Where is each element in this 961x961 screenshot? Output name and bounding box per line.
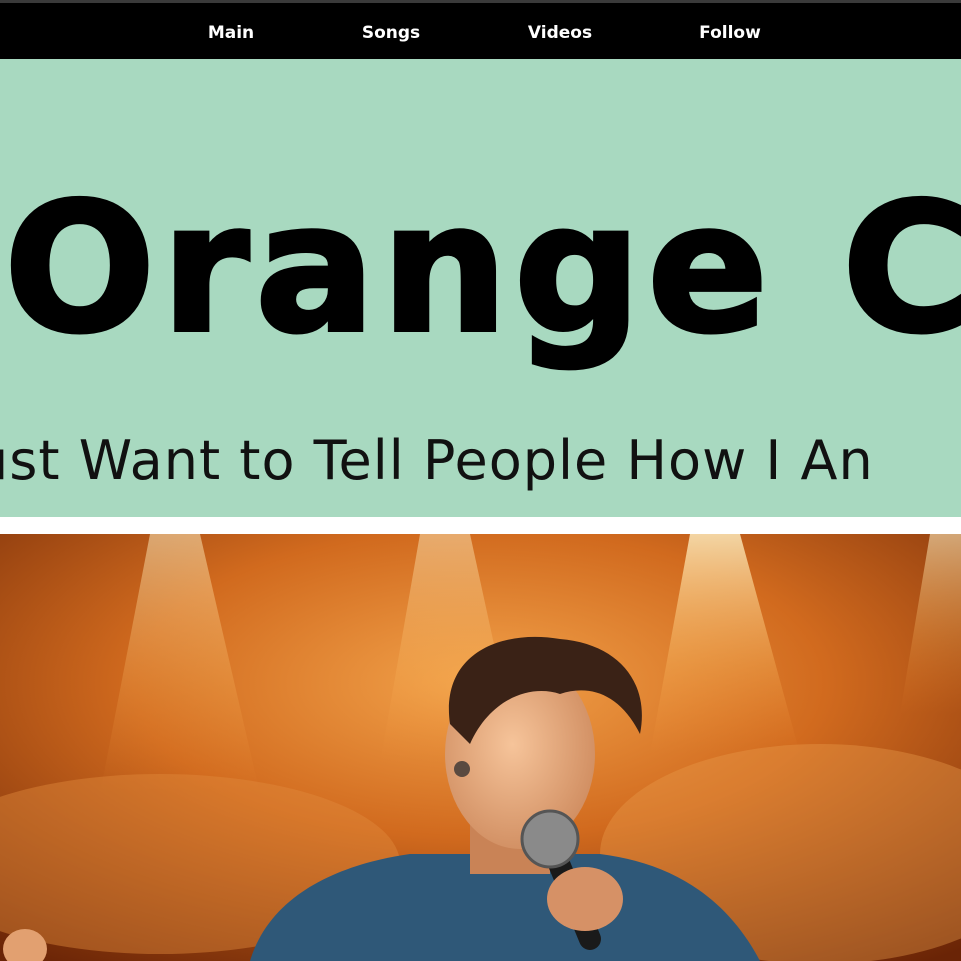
nav-item-songs[interactable]: Songs <box>362 21 420 45</box>
top-navigation: Main Songs Videos Follow <box>0 3 961 59</box>
nav-item-main[interactable]: Main <box>208 21 254 45</box>
page: Main Songs Videos Follow Orange Cou ust … <box>0 0 961 961</box>
nav-item-videos[interactable]: Videos <box>528 21 592 45</box>
hero-banner: Orange Cou ust Want to Tell People How I… <box>0 59 961 517</box>
hero-title: Orange Cou <box>2 165 961 372</box>
section-gap <box>0 517 961 534</box>
nav-item-follow[interactable]: Follow <box>699 21 761 45</box>
hero-subtitle: ust Want to Tell People How I An <box>0 429 874 492</box>
singer-with-microphone-icon <box>0 534 961 961</box>
hero-photo <box>0 534 961 961</box>
